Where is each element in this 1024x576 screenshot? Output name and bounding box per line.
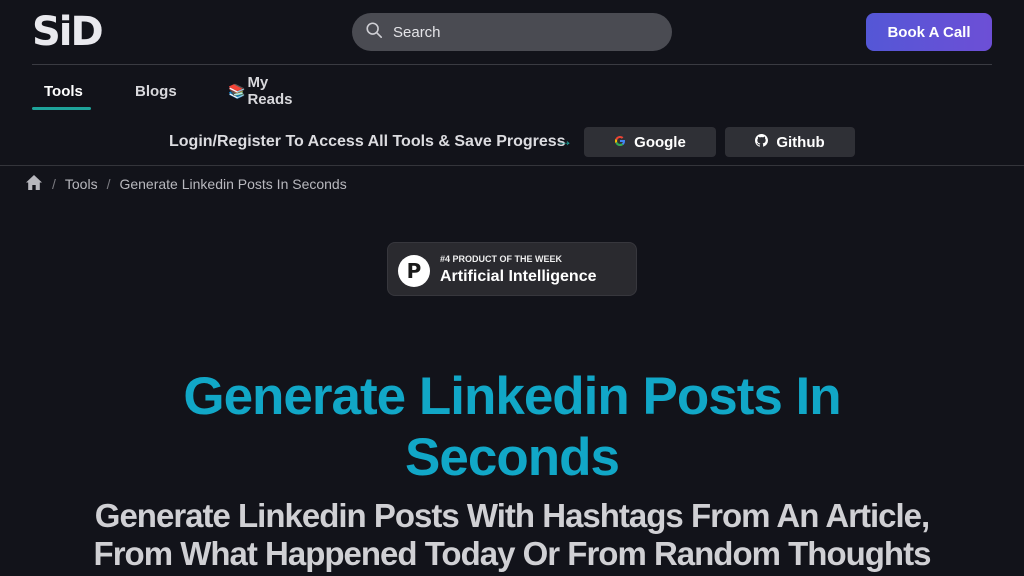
top-bar: SiD Search Book A Call: [0, 0, 1024, 64]
search-input[interactable]: Search: [352, 13, 672, 51]
section-divider: [0, 165, 1024, 166]
active-tab-indicator: [32, 107, 91, 110]
books-icon: 📚: [228, 82, 246, 99]
breadcrumb-separator: /: [106, 176, 111, 192]
tab-label: My Reads: [247, 74, 293, 108]
badge-category: Artificial Intelligence: [440, 268, 597, 285]
breadcrumb-current: Generate Linkedin Posts In Seconds: [119, 176, 347, 192]
breadcrumb-separator: /: [52, 176, 56, 192]
search-icon: [365, 21, 383, 44]
site-logo[interactable]: SiD: [32, 9, 104, 55]
github-login-button[interactable]: Github: [725, 127, 855, 157]
tab-label: Blogs: [135, 82, 177, 100]
tab-blogs[interactable]: Blogs: [135, 72, 177, 110]
github-label: Github: [776, 133, 825, 151]
badge-rank: #4 PRODUCT OF THE WEEK: [440, 254, 563, 264]
google-icon: [614, 135, 626, 150]
breadcrumb-tools[interactable]: Tools: [65, 176, 98, 192]
page-title: Generate Linkedin Posts In Seconds: [0, 366, 1024, 488]
title-line-2: Seconds: [405, 428, 620, 487]
search-placeholder: Search: [393, 23, 441, 41]
google-label: Google: [634, 133, 686, 151]
tab-my-reads[interactable]: 📚 My Reads: [228, 72, 292, 110]
book-a-call-button[interactable]: Book A Call: [866, 13, 992, 51]
product-hunt-icon: P: [398, 255, 430, 287]
title-line-1: Generate Linkedin Posts In: [183, 367, 841, 426]
breadcrumb: / Tools / Generate Linkedin Posts In Sec…: [25, 174, 347, 194]
google-login-button[interactable]: Google: [584, 127, 716, 157]
tab-label: Tools: [44, 82, 83, 100]
subtitle-line-1: Generate Linkedin Posts With Hashtags Fr…: [94, 497, 930, 534]
subtitle-line-2: From What Happened Today Or From Random …: [93, 535, 932, 572]
home-icon[interactable]: [25, 174, 43, 194]
login-prompt: Login/Register To Access All Tools & Sav…: [169, 133, 566, 150]
header-divider: [32, 64, 992, 65]
login-bar: Login/Register To Access All Tools & Sav…: [0, 127, 1024, 157]
arrow-right-icon: →: [556, 131, 573, 150]
product-hunt-badge[interactable]: P #4 PRODUCT OF THE WEEK Artificial Inte…: [387, 242, 637, 296]
tab-tools[interactable]: Tools: [44, 72, 83, 110]
github-icon: [755, 133, 769, 151]
page-subtitle: Generate Linkedin Posts With Hashtags Fr…: [0, 497, 1024, 573]
